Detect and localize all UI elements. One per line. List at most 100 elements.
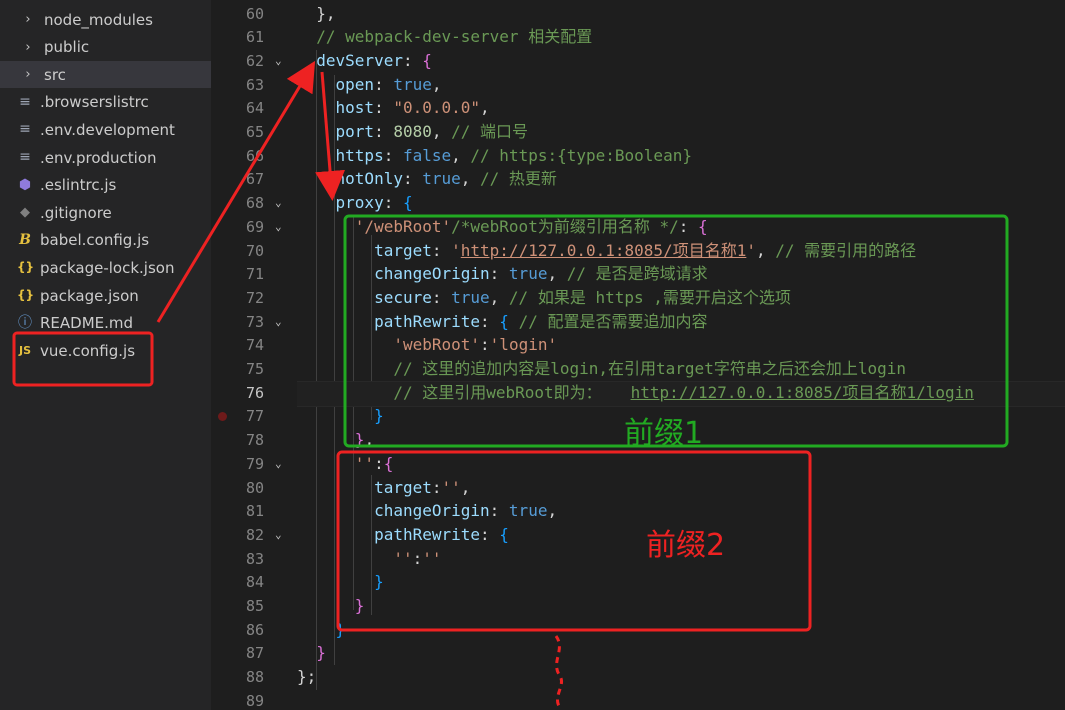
code-token: ,	[480, 98, 490, 118]
code-line[interactable]: port: 8080, // 端口号	[297, 120, 529, 144]
code-line[interactable]: }	[297, 618, 346, 642]
explorer-item[interactable]: ◆ .gitignore	[0, 199, 211, 226]
code-line[interactable]: },	[297, 2, 335, 26]
explorer-item[interactable]: ≡ .env.production	[0, 144, 211, 171]
explorer-item[interactable]: ≡ .env.development	[0, 116, 211, 143]
explorer-item[interactable]: {} package-lock.json	[0, 254, 211, 281]
code-token: :	[412, 548, 423, 568]
code-token: secure	[297, 287, 432, 307]
code-token: :	[374, 74, 394, 94]
code-line[interactable]: '':''	[297, 547, 441, 571]
code-line[interactable]: '/webRoot'/*webRoot为前缀引用名称 */: {	[297, 215, 708, 239]
code-token: ,	[547, 264, 567, 284]
code-line[interactable]: }	[297, 404, 384, 428]
line-number: 62	[245, 51, 264, 70]
code-token: // webpack-dev-server 相关配置	[297, 27, 593, 47]
explorer-item[interactable]: ⓘ README.md	[0, 310, 211, 337]
explorer-item[interactable]: {} package.json	[0, 282, 211, 309]
explorer-item[interactable]: ⬢ .eslintrc.js	[0, 172, 211, 199]
code-line[interactable]: }	[297, 570, 384, 594]
code-line[interactable]: },	[297, 428, 374, 452]
code-editor[interactable]: 60 }, 61 // webpack-dev-server 相关配置 62 ⌄ de…	[211, 0, 1065, 710]
line-number: 89	[245, 691, 264, 710]
fold-chevron-icon[interactable]: ⌄	[275, 191, 282, 215]
explorer-item-label: src	[44, 65, 66, 84]
code-token: }	[297, 430, 365, 450]
lines-file-icon: ≡	[19, 93, 31, 110]
code-token: }	[297, 619, 346, 639]
explorer-item[interactable]: JS vue.config.js	[0, 337, 211, 364]
explorer-item-label: .gitignore	[40, 203, 112, 222]
explorer-item-label: babel.config.js	[40, 231, 150, 250]
explorer-item[interactable]: › public	[0, 34, 211, 61]
chevron-right-icon: ›	[25, 67, 31, 83]
code-token: '/webRoot'	[297, 216, 452, 236]
code-line[interactable]: https: false, // https:{type:Boolean}	[297, 144, 692, 168]
code-line[interactable]: devServer: {	[297, 49, 432, 73]
code-line[interactable]: target:'',	[297, 476, 470, 500]
code-token: }	[297, 596, 365, 615]
explorer-item[interactable]: ≡ .browserslistrc	[0, 89, 211, 116]
code-line[interactable]: host: "0.0.0.0",	[297, 96, 490, 120]
code-token: :	[374, 122, 394, 141]
code-line[interactable]: pathRewrite: {	[297, 523, 509, 547]
code-token: // 这里的追加内容是login,在引用target字符串之后还会加上login	[297, 359, 906, 378]
chevron-right-icon: ›	[25, 39, 31, 55]
code-token: // 如果是 https ,需要开启这个选项	[508, 287, 791, 307]
code-line[interactable]: pathRewrite: { // 配置是否需要追加内容	[297, 310, 707, 334]
info-icon: ⓘ	[18, 314, 32, 331]
explorer-item[interactable]: Bbabel.config.js	[0, 227, 211, 254]
code-token: // 这里引用webRoot即为：	[297, 382, 631, 402]
fold-chevron-icon[interactable]: ⌄	[275, 215, 282, 239]
line-number: 63	[245, 75, 264, 94]
explorer-item[interactable]: › node_modules	[0, 6, 211, 33]
code-token: // https:{type:Boolean}	[470, 145, 692, 165]
code-token: :	[383, 193, 403, 213]
code-line[interactable]: hotOnly: true, // 热更新	[297, 167, 557, 191]
code-line[interactable]: changeOrigin: true,	[297, 499, 557, 523]
fold-chevron-icon[interactable]: ⌄	[275, 523, 282, 547]
code-token: open	[297, 74, 375, 94]
line-number: 87	[245, 644, 264, 663]
code-token: ,	[460, 169, 481, 189]
fold-chevron-icon[interactable]: ⌄	[275, 452, 282, 476]
code-line[interactable]: secure: true, // 如果是 https ,需要开启这个选项	[297, 286, 791, 310]
code-token: ,	[489, 287, 509, 307]
code-line[interactable]: '':{	[297, 452, 394, 476]
code-line[interactable]: }	[297, 594, 365, 618]
code-line[interactable]: // 这里的追加内容是login,在引用target字符串之后还会加上login	[297, 357, 906, 381]
code-line[interactable]: // webpack-dev-server 相关配置	[297, 25, 592, 49]
code-token: proxy	[297, 193, 384, 213]
code-token: }	[297, 572, 384, 592]
code-line[interactable]: open: true,	[297, 73, 442, 97]
line-number: 82	[245, 525, 264, 544]
explorer-item[interactable]: › src	[0, 61, 211, 89]
fold-chevron-icon[interactable]: ⌄	[275, 49, 282, 73]
code-token: 'webRoot'	[297, 335, 481, 355]
code-line[interactable]: }	[297, 641, 326, 665]
code-token: true	[508, 264, 548, 284]
code-line[interactable]: changeOrigin: true, // 是否是跨域请求	[297, 262, 708, 286]
code-token: http://127.0.0.1:8085/项目名称1/login	[630, 382, 974, 402]
code-token: {	[402, 193, 413, 213]
fold-chevron-icon[interactable]: ⌄	[275, 310, 282, 334]
line-number: 85	[245, 597, 264, 615]
code-token: // 需要引用的路径	[775, 240, 917, 260]
code-line[interactable]: 'webRoot':'login'	[297, 333, 557, 357]
code-token: 'login'	[489, 335, 558, 355]
code-line[interactable]: // 这里引用webRoot即为： http://127.0.0.1:8085/…	[297, 381, 974, 405]
code-token: :	[489, 501, 509, 521]
code-token: // 热更新	[480, 169, 557, 189]
code-token: // 端口号	[451, 122, 529, 141]
code-token: :	[402, 50, 423, 70]
line-number: 84	[245, 573, 264, 592]
code-line[interactable]: proxy: {	[297, 191, 413, 215]
line-number: 80	[245, 478, 264, 497]
babel-icon: B	[19, 231, 31, 248]
explorer-item-label: vue.config.js	[40, 341, 136, 360]
code-line[interactable]: };	[297, 665, 316, 689]
code-line[interactable]: target: 'http://127.0.0.1:8085/项目名称1', /…	[297, 239, 916, 263]
code-token: {	[499, 524, 509, 544]
code-token: '	[746, 240, 756, 260]
line-number: 72	[245, 288, 264, 307]
